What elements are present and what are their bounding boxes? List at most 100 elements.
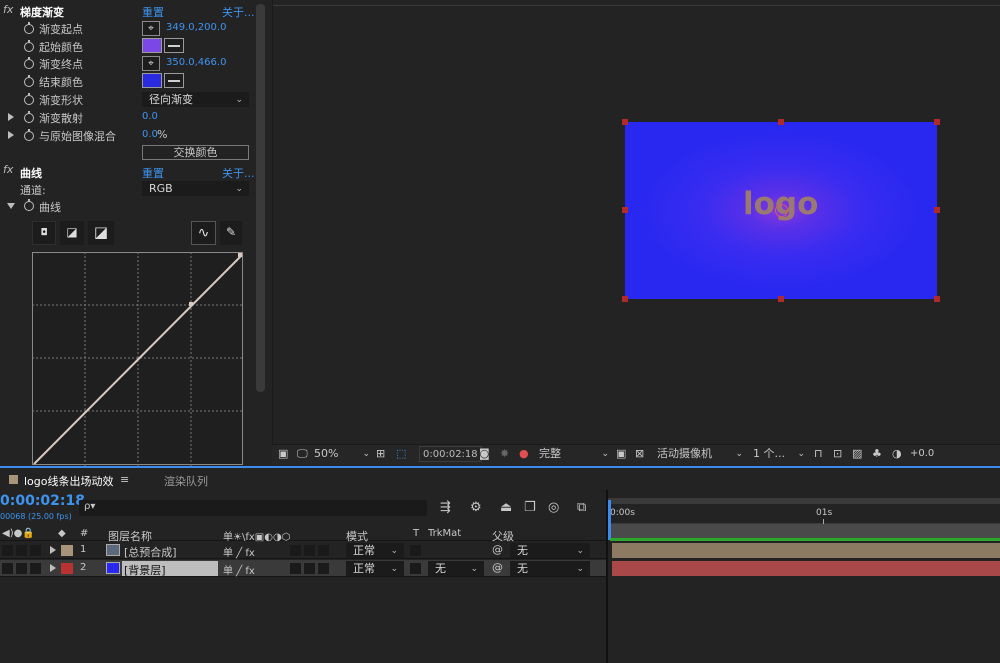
transparency-grid-icon[interactable]: ⊠	[635, 446, 644, 462]
expand-arrow-icon[interactable]	[50, 564, 56, 572]
stopwatch-icon[interactable]	[24, 57, 34, 69]
layer-name[interactable]: [总预合成]	[124, 544, 177, 560]
pickwhip-icon[interactable]: @	[492, 543, 503, 556]
toggle-icon[interactable]: ⊓	[814, 446, 823, 462]
work-area-bar[interactable]	[610, 524, 1000, 538]
layer-bar[interactable]	[612, 543, 1000, 558]
zoom-dropdown[interactable]: 50% ⌄	[314, 446, 372, 462]
stopwatch-icon[interactable]	[24, 199, 34, 211]
channel-dropdown[interactable]: RGB ⌄	[142, 181, 249, 196]
export-frame-icon[interactable]: ⊡	[833, 446, 842, 462]
gradient-about-link[interactable]: 关于...	[222, 4, 255, 20]
transform-handle[interactable]	[934, 207, 940, 213]
switch-cell[interactable]	[304, 563, 315, 574]
swap-colors-button[interactable]: 交换颜色	[142, 145, 249, 160]
transform-handle[interactable]	[778, 296, 784, 302]
stopwatch-icon[interactable]	[24, 40, 34, 52]
mode-dropdown[interactable]: 正常 ⌄	[346, 561, 404, 576]
curve-size-small-button[interactable]: ◘	[32, 221, 56, 245]
curve-size-large-button[interactable]: ◪	[88, 221, 114, 245]
flowchart-icon[interactable]: ♣	[872, 446, 882, 462]
switch-cell[interactable]	[290, 545, 301, 556]
frame-blending-icon[interactable]: ⏏	[500, 500, 512, 515]
exposure-value[interactable]: +0.0	[910, 446, 934, 462]
render-queue-tab[interactable]: 渲染队列	[164, 473, 208, 489]
layer-search-input[interactable]: ρ▾	[79, 500, 427, 516]
end-color-swatch[interactable]	[142, 73, 162, 88]
pencil-tool-button[interactable]: ✎	[220, 221, 242, 245]
graph-editor-icon[interactable]: ◎	[548, 500, 559, 515]
menu-icon[interactable]: ≡	[120, 473, 129, 486]
channel-color-icon[interactable]: ●	[519, 446, 529, 462]
parent-dropdown[interactable]: 无 ⌄	[510, 543, 590, 558]
eyedropper-icon[interactable]	[164, 73, 184, 88]
solo-toggle[interactable]	[30, 563, 41, 574]
table-row[interactable]: 2 [背景层] 单 ╱ fx 正常 ⌄ 无 ⌄ @ 无 ⌄	[0, 560, 606, 577]
layer-label-color[interactable]	[61, 563, 73, 574]
curves-reset-link[interactable]: 重置	[142, 165, 164, 181]
current-time-indicator[interactable]	[608, 500, 611, 540]
bezier-tool-button[interactable]: ∿	[191, 221, 216, 245]
preserve-transparency-toggle[interactable]	[410, 563, 421, 574]
fx-toggle-curves[interactable]: fx	[3, 163, 13, 176]
snapshot-icon[interactable]: ✸	[500, 446, 509, 462]
parent-dropdown[interactable]: 无 ⌄	[510, 561, 590, 576]
time-ruler[interactable]: 0:00s 01s	[608, 506, 1000, 524]
curves-about-link[interactable]: 关于...	[222, 165, 255, 181]
blend-original-value[interactable]: 0.0	[142, 129, 158, 140]
start-point-value[interactable]: 349.0,200.0	[166, 22, 226, 33]
stopwatch-icon[interactable]	[24, 93, 34, 105]
shy-layers-icon[interactable]: ⇶	[440, 500, 451, 515]
layer-switches[interactable]: 单 ╱ fx	[223, 544, 255, 559]
trkmat-dropdown[interactable]: 无 ⌄	[428, 561, 484, 576]
views-dropdown[interactable]: 1 个... ⌄	[753, 446, 807, 462]
resolution-dropdown[interactable]: 完整 ⌄	[539, 446, 611, 462]
eyedropper-icon[interactable]	[164, 38, 184, 53]
video-toggle[interactable]	[2, 563, 13, 574]
mask-toggle-icon[interactable]: ⬚	[396, 446, 406, 462]
stopwatch-icon[interactable]	[24, 111, 34, 123]
gradient-scatter-value[interactable]: 0.0	[142, 111, 158, 122]
gradient-shape-dropdown[interactable]: 径向渐变 ⌄	[142, 92, 249, 107]
crosshair-icon[interactable]: ⌖	[142, 56, 160, 71]
layer-name[interactable]: [背景层]	[124, 562, 166, 578]
timeline-timecode[interactable]: 0:00:02:18	[0, 493, 85, 509]
transform-handle[interactable]	[778, 119, 784, 125]
expand-arrow-icon[interactable]	[8, 113, 14, 121]
viewer-timecode[interactable]: 0:00:02:18	[419, 446, 482, 462]
transform-handle[interactable]	[622, 296, 628, 302]
camera-dropdown[interactable]: 活动摄像机 ⌄	[657, 446, 745, 462]
layer-bar[interactable]	[612, 561, 1000, 576]
collapse-arrow-icon[interactable]	[7, 203, 15, 209]
layer-switches[interactable]: 单 ╱ fx	[223, 562, 255, 577]
switch-cell[interactable]	[318, 563, 329, 574]
start-color-swatch[interactable]	[142, 38, 162, 53]
comp-flowchart-icon[interactable]: ⧉	[577, 500, 586, 515]
layer-label-color[interactable]	[61, 545, 73, 556]
transform-handle[interactable]	[934, 296, 940, 302]
motion-blur-icon[interactable]: ❐	[524, 500, 536, 515]
grid-icon[interactable]: ▣	[278, 446, 288, 462]
pickwhip-icon[interactable]: @	[492, 561, 503, 574]
region-icon[interactable]: ▣	[616, 446, 626, 462]
gradient-reset-link[interactable]: 重置	[142, 4, 164, 20]
fx-toggle-gradient[interactable]: fx	[3, 3, 13, 16]
exposure-icon[interactable]: ◑	[892, 446, 902, 462]
audio-toggle[interactable]	[16, 545, 27, 556]
draft-3d-icon[interactable]: ⚙	[470, 500, 482, 515]
crosshair-icon[interactable]: ⌖	[142, 21, 160, 36]
expand-arrow-icon[interactable]	[8, 131, 14, 139]
effect-controls-scrollbar[interactable]	[256, 4, 265, 392]
mode-dropdown[interactable]: 正常 ⌄	[346, 543, 404, 558]
audio-toggle[interactable]	[16, 563, 27, 574]
table-row[interactable]: 1 [总预合成] 单 ╱ fx 正常 ⌄ @ 无 ⌄	[0, 542, 606, 559]
time-navigator[interactable]	[608, 498, 1000, 504]
switch-cell[interactable]	[290, 563, 301, 574]
image-icon[interactable]: ▨	[852, 446, 862, 462]
transform-handle[interactable]	[622, 207, 628, 213]
anchor-point-icon[interactable]	[775, 204, 788, 217]
preserve-transparency-toggle[interactable]	[410, 545, 421, 556]
expand-arrow-icon[interactable]	[50, 546, 56, 554]
monitor-icon[interactable]: 🖵	[297, 446, 308, 462]
video-toggle[interactable]	[2, 545, 13, 556]
